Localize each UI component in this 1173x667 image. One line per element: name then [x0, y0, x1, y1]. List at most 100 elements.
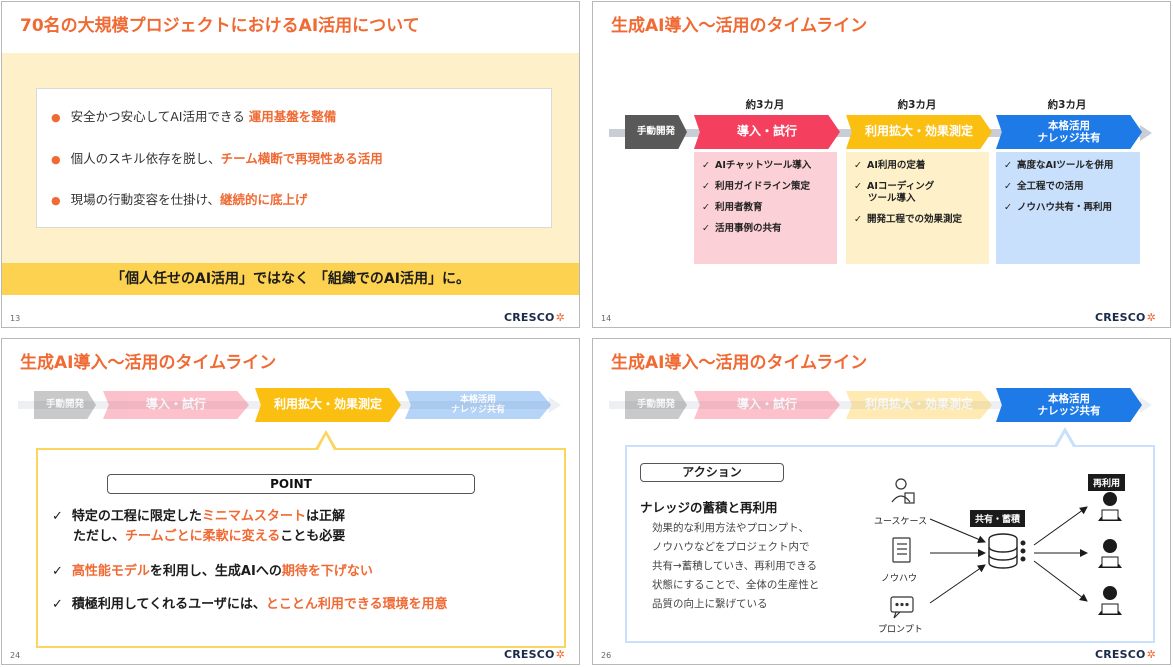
- slide-24[interactable]: 生成AI導入～活用のタイムライン 手動開発 導入・試行 利用拡大・効果測定 本格…: [1, 338, 580, 665]
- duration-label: 約3カ月: [745, 99, 785, 111]
- flow-arrow: [1033, 506, 1088, 546]
- flow-arrow: [929, 564, 986, 604]
- cresco-logo: CRESCO✲: [1095, 311, 1156, 324]
- cresco-logo: CRESCO✲: [1095, 648, 1156, 661]
- logo-text: CRESCO: [503, 311, 555, 324]
- database-icon: [988, 533, 1026, 569]
- slide-title: 生成AI導入～活用のタイムライン: [611, 16, 868, 36]
- slide-title: 70名の大規模プロジェクトにおけるAI活用について: [20, 16, 420, 36]
- prompt-icon: [890, 596, 914, 619]
- phase2-items: ✓ AI利用の定着 ✓ AIコーディング ツール導入 ✓ 開発工程での効果測定: [846, 152, 989, 264]
- goal-item: ● 現場の行動変容を仕掛け、継続的に底上げ: [51, 189, 308, 208]
- goal-emphasis: チーム横断で再現性ある活用: [220, 151, 383, 166]
- stage-full-use: 本格活用 ナレッジ共有: [405, 391, 551, 419]
- point-emphasis: 期待を下げない: [281, 564, 373, 579]
- prompt-label: プロンプト: [878, 625, 923, 635]
- point-text: を利用し、生成AIへの: [149, 564, 282, 579]
- stage-full-use: 本格活用 ナレッジ共有: [996, 115, 1142, 149]
- share-accumulate-tag: 共有・蓄積: [970, 510, 1026, 527]
- stage-intro-trial: 導入・試行: [103, 391, 249, 419]
- stage-label-line: 本格活用: [459, 394, 496, 405]
- phase-item: ✓ 利用者教育: [702, 202, 829, 214]
- page-number: 26: [601, 651, 612, 660]
- point-item: ✓ 高性能モデルを利用し、生成AIへの期待を下げない: [52, 562, 373, 582]
- phase-item: ✓ AI利用の定着: [854, 160, 981, 172]
- timeline-arrowhead: [1140, 125, 1152, 141]
- phase-item-text: ノウハウ共有・再利用: [1016, 201, 1112, 213]
- goal-text: 安全かつ安心してAI活用できる: [70, 109, 249, 124]
- goals-box: ● 安全かつ安心してAI活用できる 運用基盤を整備 ● 個人のスキル依存を脱し、チー…: [36, 88, 552, 228]
- stage-manual-dev: 手動開発: [34, 391, 96, 419]
- phase-item-text: ツール導入: [868, 192, 916, 204]
- knowhow-label: ノウハウ: [881, 574, 918, 584]
- goal-item: ● 安全かつ安心してAI活用できる 運用基盤を整備: [51, 106, 336, 125]
- usecase-label: ユースケース: [874, 517, 928, 527]
- knowhow-icon: [892, 537, 911, 563]
- check-icon: ✓: [854, 180, 862, 192]
- usecase-icon: [891, 478, 915, 504]
- stage-expansion-active: 利用拡大・効果測定: [255, 388, 401, 422]
- page-number: 14: [601, 314, 612, 323]
- point-text: 特定の工程に限定した: [71, 509, 202, 524]
- phase-item: ✓ AIチャットツール導入: [702, 160, 829, 172]
- phase-item-text: 利用ガイドライン策定: [714, 180, 810, 192]
- logo-text: CRESCO: [503, 648, 555, 661]
- user-icon: [1098, 492, 1122, 521]
- page-number: 24: [10, 651, 21, 660]
- slide-13[interactable]: 70名の大規模プロジェクトにおけるAI活用について ● 安全かつ安心してAI活用で…: [1, 1, 580, 328]
- knowledge-flow-diagram: [890, 478, 1122, 619]
- check-icon: ✓: [702, 222, 710, 234]
- phase-item-text: 高度なAIツールを併用: [1016, 160, 1114, 171]
- slide-title: 生成AI導入～活用のタイムライン: [20, 353, 277, 373]
- check-icon: ✓: [854, 213, 862, 225]
- summary-banner: 「個人任せのAI活用」ではなく 「組織でのAI活用」に。: [2, 263, 579, 295]
- duration-label: 約3カ月: [897, 99, 937, 111]
- logo-star-icon: ✲: [555, 311, 565, 324]
- slide-26[interactable]: 生成AI導入～活用のタイムライン 手動開発 導入・試行 利用拡大・効果測定 本格…: [592, 338, 1171, 665]
- phase-item: ✓ AIコーディング ツール導入: [854, 181, 981, 205]
- phase-item-text: 開発工程での効果測定: [866, 213, 962, 225]
- goal-emphasis: 運用基盤を整備: [248, 109, 337, 124]
- phase-item-text: AIコーディング: [866, 180, 935, 192]
- point-item: ✓ 積極利用してくれるユーザには、とことん利用できる環境を用意: [52, 595, 448, 615]
- point-text: ことも必要: [280, 528, 346, 544]
- phase-item: ✓ 開発工程での効果測定: [854, 214, 981, 226]
- point-emphasis: 高性能モデル: [71, 564, 150, 579]
- stage-expansion: 利用拡大・効果測定: [846, 115, 992, 149]
- point-item: ✓ 特定の工程に限定したミニマムスタートは正解 ただし、チームごとに柔軟に変えるこ…: [52, 507, 345, 546]
- goal-emphasis: 継続的に底上げ: [220, 192, 308, 207]
- stage-manual-dev: 手動開発: [625, 115, 687, 149]
- stage-intro-trial: 導入・試行: [694, 115, 840, 149]
- phase-item-text: 全工程での活用: [1016, 180, 1084, 192]
- phase3-items: ✓ 高度なAIツールを併用 ✓ 全工程での活用 ✓ ノウハウ共有・再利用: [996, 152, 1140, 264]
- bullet-icon: ●: [51, 153, 61, 166]
- goal-text: 個人のスキル依存を脱し、: [70, 151, 221, 166]
- phase-item: ✓ ノウハウ共有・再利用: [1004, 202, 1132, 214]
- logo-text: CRESCO: [1094, 648, 1146, 661]
- reuse-tag: 再利用: [1088, 474, 1126, 491]
- user-icon: [1098, 539, 1122, 568]
- phase-item: ✓ 全工程での活用: [1004, 181, 1132, 193]
- check-icon: ✓: [1004, 160, 1012, 171]
- bullet-icon: ●: [51, 111, 61, 124]
- point-emphasis: チームごとに柔軟に変える: [125, 528, 281, 544]
- point-emphasis: とことん利用できる環境を用意: [265, 597, 448, 612]
- logo-star-icon: ✲: [1146, 648, 1156, 661]
- slide-14[interactable]: 生成AI導入～活用のタイムライン 約3カ月 約3カ月 約3カ月 手動開発 導入・…: [592, 1, 1171, 328]
- check-icon: ✓: [52, 597, 63, 612]
- logo-star-icon: ✲: [555, 648, 565, 661]
- logo-text: CRESCO: [1094, 311, 1146, 324]
- goal-item: ● 個人のスキル依存を脱し、チーム横断で再現性ある活用: [51, 148, 383, 167]
- check-icon: ✓: [52, 509, 63, 524]
- point-text: 積極利用してくれるユーザには、: [71, 597, 266, 612]
- duration-label: 約3カ月: [1047, 99, 1087, 111]
- cresco-logo: CRESCO✲: [504, 648, 565, 661]
- cresco-logo: CRESCO✲: [504, 311, 565, 324]
- check-icon: ✓: [1004, 180, 1012, 192]
- logo-star-icon: ✲: [1146, 311, 1156, 324]
- point-emphasis: ミニマムスタート: [201, 509, 306, 524]
- phase-item: ✓ 高度なAIツールを併用: [1004, 160, 1132, 172]
- phase-item-text: AI利用の定着: [866, 160, 926, 171]
- check-icon: ✓: [702, 180, 710, 192]
- phase1-items: ✓ AIチャットツール導入 ✓ 利用ガイドライン策定 ✓ 利用者教育 ✓ 活用事例の共有: [694, 152, 837, 264]
